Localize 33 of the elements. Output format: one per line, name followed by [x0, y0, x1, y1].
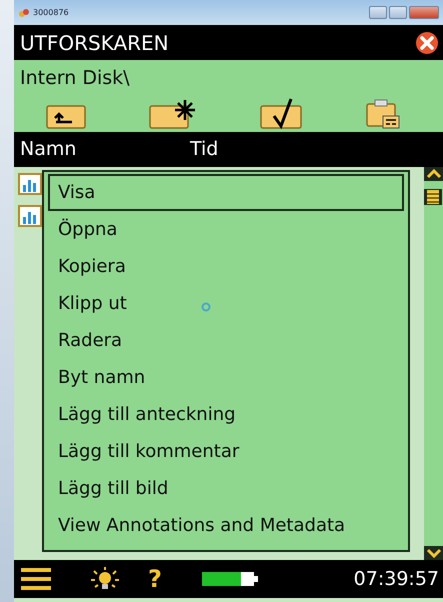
menu-item[interactable]: Lägg till anteckning: [48, 396, 404, 433]
window-title: 3000876: [33, 6, 69, 18]
folder-check-icon[interactable]: [260, 98, 302, 130]
menu-item[interactable]: View Annotations and Metadata: [48, 507, 404, 544]
battery-icon: [202, 569, 258, 589]
scroll-up-icon[interactable]: [424, 167, 442, 181]
folder-path: Intern Disk\: [20, 66, 130, 92]
clipboard-icon[interactable]: [365, 98, 402, 130]
column-header: Namn: [20, 137, 78, 162]
menu-item[interactable]: Byt namn: [48, 359, 404, 396]
chart-file-icon[interactable]: [18, 173, 42, 195]
chart-file-icon[interactable]: [18, 205, 42, 227]
menu-item[interactable]: Radera: [48, 322, 404, 359]
menu-item[interactable]: Visa: [48, 174, 404, 211]
scroll-thumb[interactable]: [424, 189, 442, 205]
column-header: Tid: [190, 137, 218, 162]
clock-time: 07:39:57: [354, 566, 439, 592]
menu-icon[interactable]: [20, 566, 52, 592]
menu-item[interactable]: Kopiera: [48, 248, 404, 285]
minimize-button[interactable]: [369, 6, 387, 19]
screen-title: UTFORSKAREN: [20, 30, 169, 56]
scroll-down-icon[interactable]: [424, 546, 442, 560]
close-icon[interactable]: [415, 30, 439, 54]
new-folder-icon[interactable]: [149, 98, 196, 130]
help-icon[interactable]: ?: [148, 561, 162, 597]
app-icon: [18, 8, 29, 18]
menu-item[interactable]: Lägg till bild: [48, 470, 404, 507]
busy-cursor-icon: [201, 302, 211, 312]
maximize-button[interactable]: [389, 6, 407, 19]
menu-item[interactable]: Lägg till kommentar: [48, 433, 404, 470]
light-bulb-icon[interactable]: [90, 567, 120, 591]
menu-item[interactable]: Öppna: [48, 211, 404, 248]
menu-item[interactable]: Klipp ut: [48, 285, 404, 322]
